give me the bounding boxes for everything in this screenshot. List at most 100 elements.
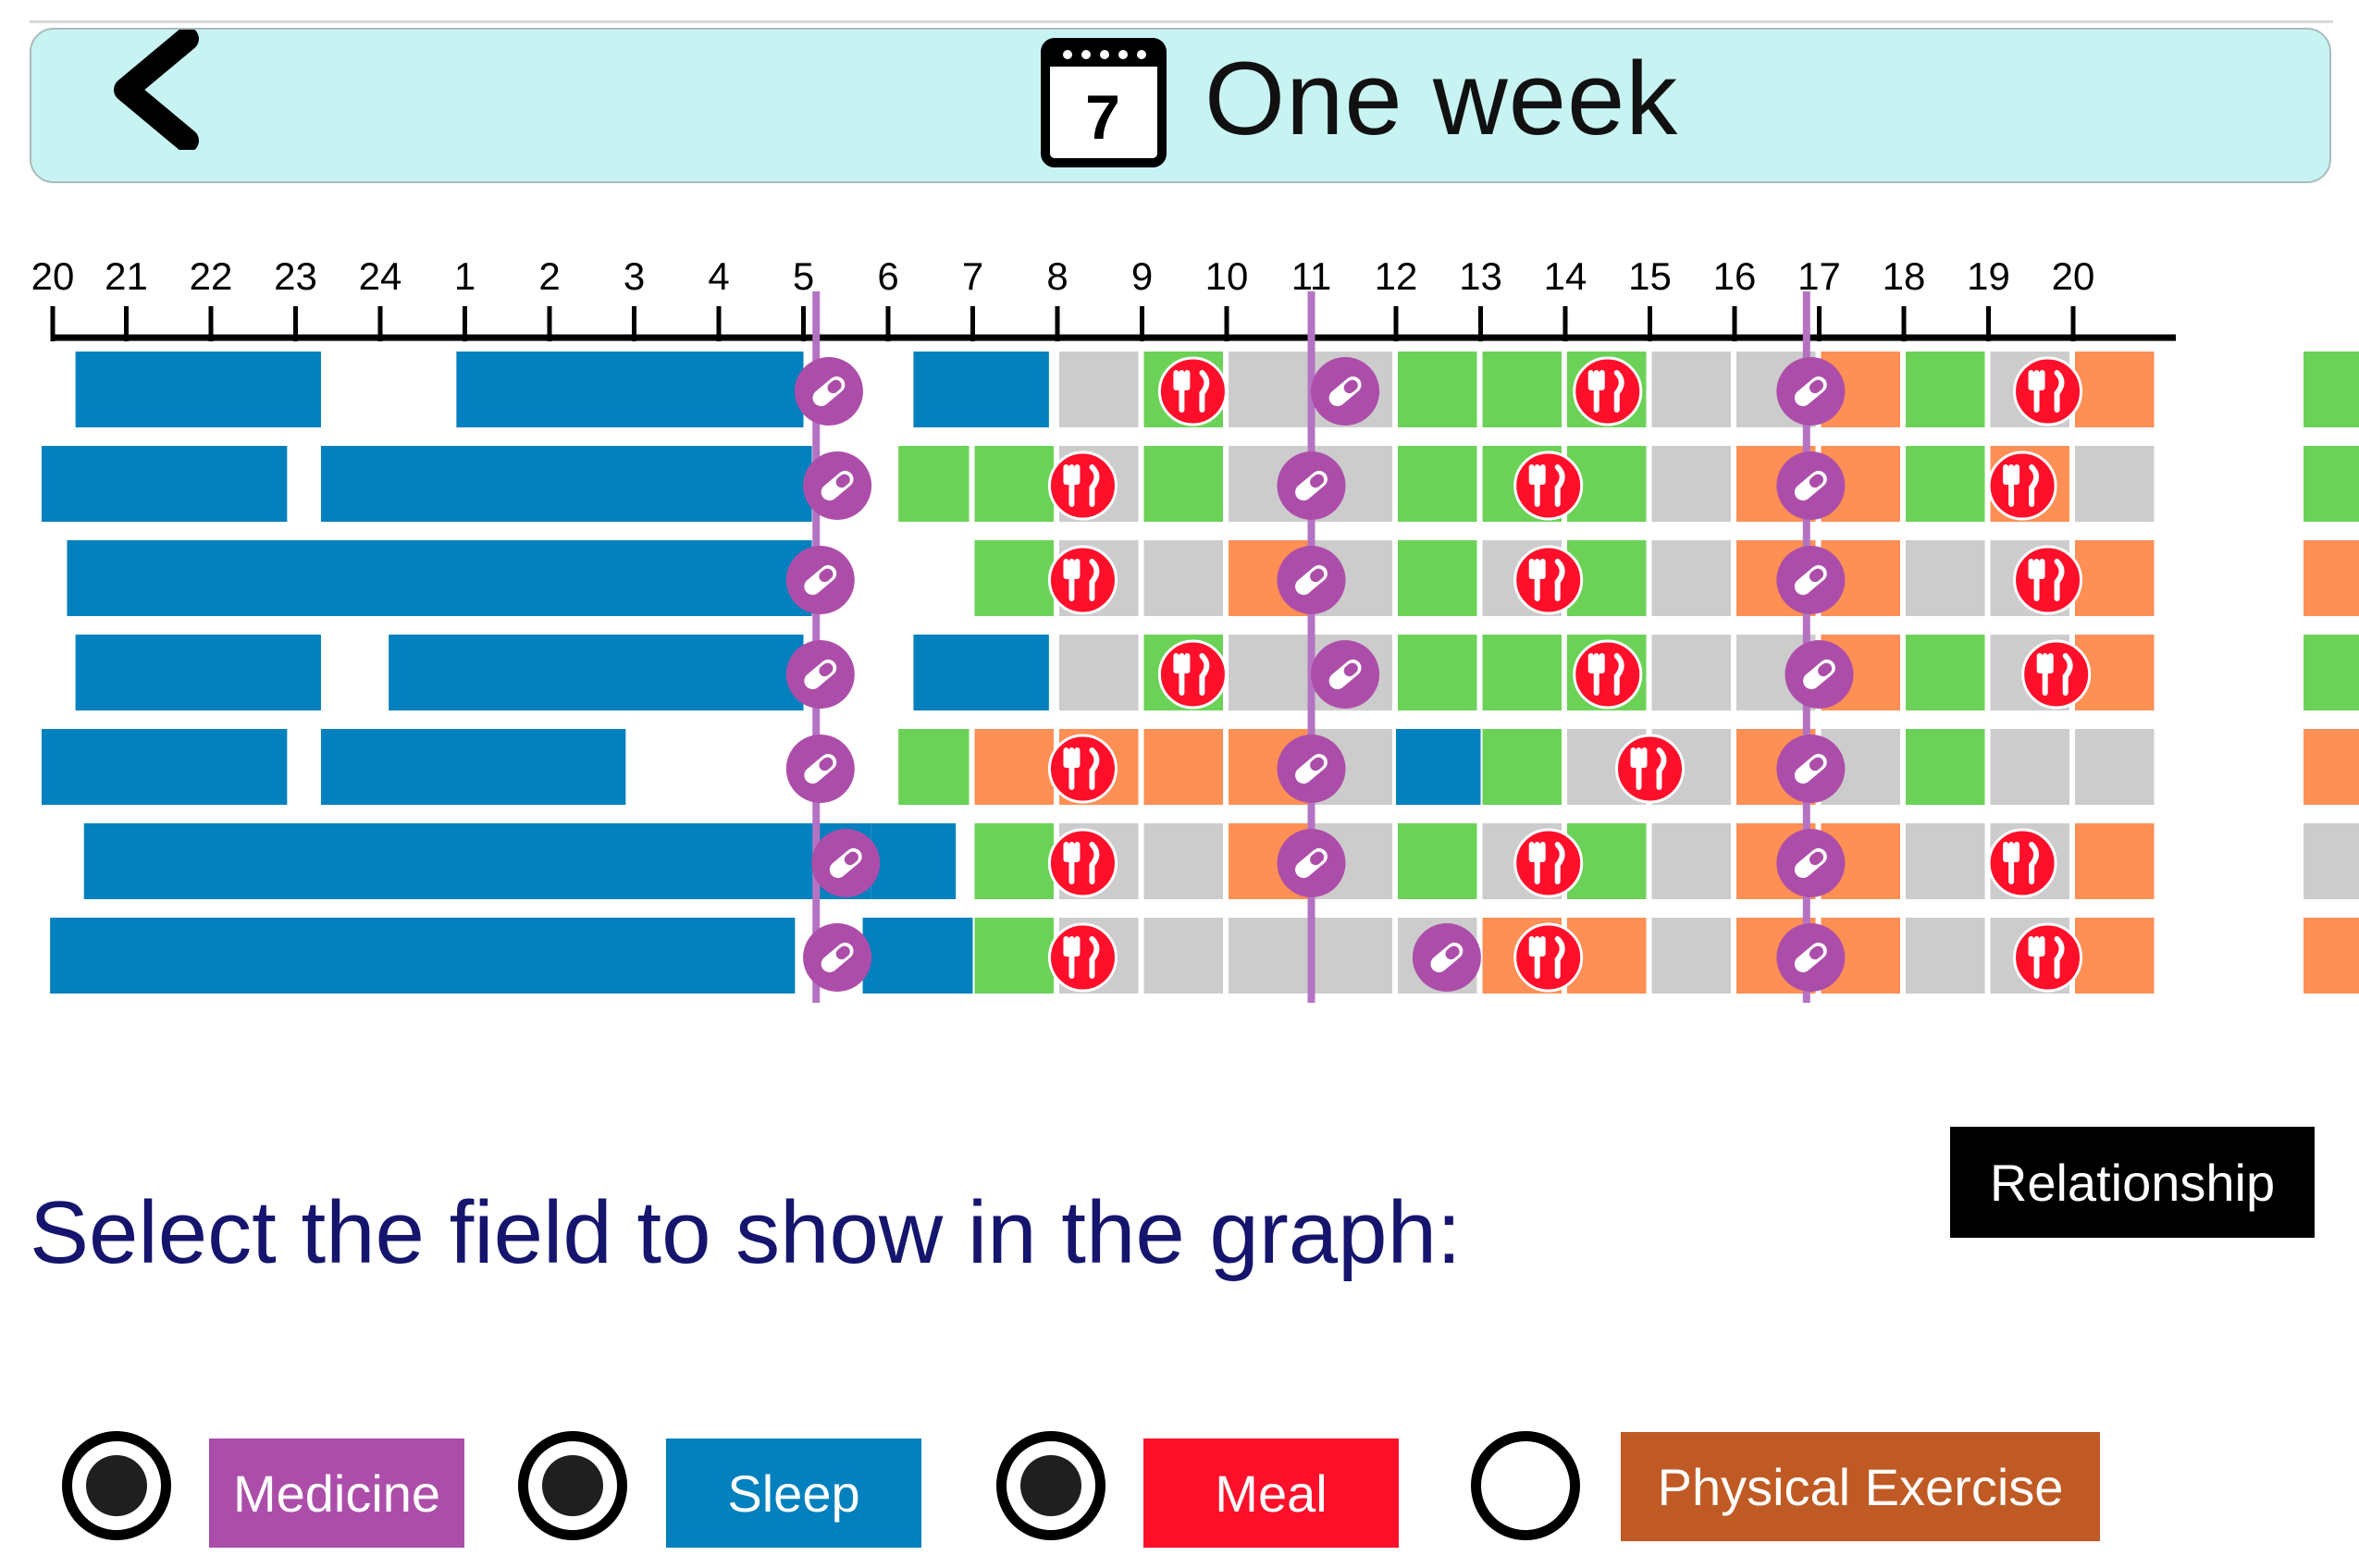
meal-fork-knife-icon — [2013, 545, 2083, 615]
activity-block — [1398, 446, 1477, 522]
calendar-day-number: 7 — [1085, 82, 1120, 153]
meal-fork-knife-icon — [1047, 451, 1118, 521]
medicine-radio[interactable] — [62, 1431, 171, 1540]
activity-block — [2303, 918, 2359, 994]
axis-tick-label: 18 — [1883, 254, 1926, 298]
axis-tick-label: 20 — [31, 254, 75, 298]
activity-block — [1229, 352, 1308, 427]
axis-tick-label: 4 — [708, 254, 729, 298]
meal-fork-knife-icon — [1615, 734, 1685, 804]
header-bar: 7 One week — [30, 28, 2331, 183]
meal-fork-knife-icon — [1157, 639, 1228, 710]
activity-block — [2303, 635, 2359, 710]
activity-block — [1651, 918, 1731, 994]
activity-block — [1143, 540, 1223, 616]
medicine-option-label[interactable]: Medicine — [209, 1438, 464, 1548]
sleep-bar — [75, 352, 321, 427]
medicine-pill-icon — [1776, 829, 1846, 897]
activity-block — [1990, 729, 2069, 805]
physical-exercise-option-label[interactable]: Physical Exercise — [1621, 1432, 2100, 1541]
activity-block — [974, 918, 1054, 994]
medicine-pill-icon — [803, 451, 872, 520]
axis-tick-label: 15 — [1628, 254, 1672, 298]
medicine-pill-icon — [785, 640, 855, 709]
medicine-pill-icon — [1412, 923, 1481, 992]
activity-block — [2303, 540, 2359, 616]
sleep-bar — [320, 446, 812, 522]
activity-block — [974, 729, 1054, 805]
activity-block — [1229, 918, 1308, 994]
activity-block — [1313, 918, 1392, 994]
activity-block — [1651, 446, 1731, 522]
meal-fork-knife-icon — [1047, 922, 1118, 993]
meal-fork-knife-icon — [1513, 451, 1584, 521]
page-title: One week — [1204, 41, 1679, 156]
activity-block — [1906, 918, 1985, 994]
medicine-pill-icon — [1776, 735, 1846, 803]
sleep-bar — [389, 635, 804, 710]
meal-option-label[interactable]: Meal — [1143, 1438, 1399, 1548]
meal-fork-knife-icon — [2021, 639, 2092, 710]
sleep-bar — [913, 635, 1049, 710]
sleep-bar — [50, 918, 796, 994]
axis-tick-label: 24 — [359, 254, 402, 298]
sleep-radio-dot — [542, 1455, 603, 1516]
activity-block — [898, 446, 970, 522]
axis-tick-label: 10 — [1205, 254, 1249, 298]
back-chevron-icon[interactable] — [105, 30, 207, 150]
axis-tick-label: 13 — [1459, 254, 1502, 298]
sleep-bar — [871, 823, 957, 899]
activity-block — [1143, 446, 1223, 522]
axis-tick-label: 22 — [190, 254, 233, 298]
medicine-pill-icon — [785, 735, 855, 803]
axis-tick-label: 21 — [105, 254, 148, 298]
weekly-timeline-chart: 20 21 22 23 24 1 2 3 4 5 6 7 8 9 10 11 12 13 14 15 16 17 18 19 2… — [31, 254, 2359, 1003]
meal-fork-knife-icon — [2013, 922, 2083, 993]
meal-fork-knife-icon — [1513, 545, 1584, 615]
physical-exercise-radio[interactable] — [1471, 1431, 1580, 1540]
axis-tick-label: 5 — [793, 254, 814, 298]
axis-tick-label: 7 — [962, 254, 983, 298]
meal-fork-knife-icon — [1047, 545, 1118, 615]
medicine-pill-icon — [1785, 640, 1854, 709]
sleep-option-label[interactable]: Sleep — [666, 1438, 921, 1548]
sleep-bar — [42, 729, 288, 805]
activity-block — [1398, 823, 1477, 899]
relationship-button[interactable]: Relationship — [1950, 1127, 2315, 1238]
field-select-prompt: Select the field to show in the graph: — [30, 1183, 1462, 1282]
axis-tick-label: 6 — [877, 254, 898, 298]
activity-block — [2303, 446, 2359, 522]
meal-radio-dot — [1020, 1455, 1081, 1516]
meal-radio[interactable] — [996, 1431, 1105, 1540]
meal-fork-knife-icon — [1987, 451, 2057, 521]
activity-block — [974, 540, 1054, 616]
meal-fork-knife-icon — [1047, 734, 1118, 804]
medicine-pill-icon — [1776, 546, 1846, 614]
activity-block — [974, 823, 1054, 899]
axis-tick-label: 16 — [1713, 254, 1757, 298]
meal-fork-knife-icon — [1573, 356, 1643, 426]
activity-block — [2303, 823, 2359, 899]
axis-tick-label: 1 — [454, 254, 476, 298]
activity-block — [1906, 352, 1985, 427]
activity-block — [1143, 823, 1223, 899]
axis-tick-label: 12 — [1375, 254, 1418, 298]
activity-block — [1482, 729, 1562, 805]
sleep-bar — [83, 823, 871, 899]
top-divider — [30, 20, 2333, 23]
medicine-pill-icon — [803, 923, 872, 992]
activity-block — [1906, 729, 1985, 805]
axis-tick-label: 14 — [1544, 254, 1587, 298]
activity-block — [2303, 352, 2359, 427]
sleep-bar — [1396, 729, 1481, 805]
sleep-radio[interactable] — [518, 1431, 627, 1540]
activity-block — [898, 729, 970, 805]
activity-block — [2075, 729, 2155, 805]
activity-block — [1229, 635, 1308, 710]
medicine-pill-icon — [785, 546, 855, 614]
meal-fork-knife-icon — [1047, 828, 1118, 898]
meal-fork-knife-icon — [1513, 922, 1584, 993]
activity-block — [2303, 729, 2359, 805]
meal-fork-knife-icon — [1513, 828, 1584, 898]
activity-block — [2075, 823, 2155, 899]
